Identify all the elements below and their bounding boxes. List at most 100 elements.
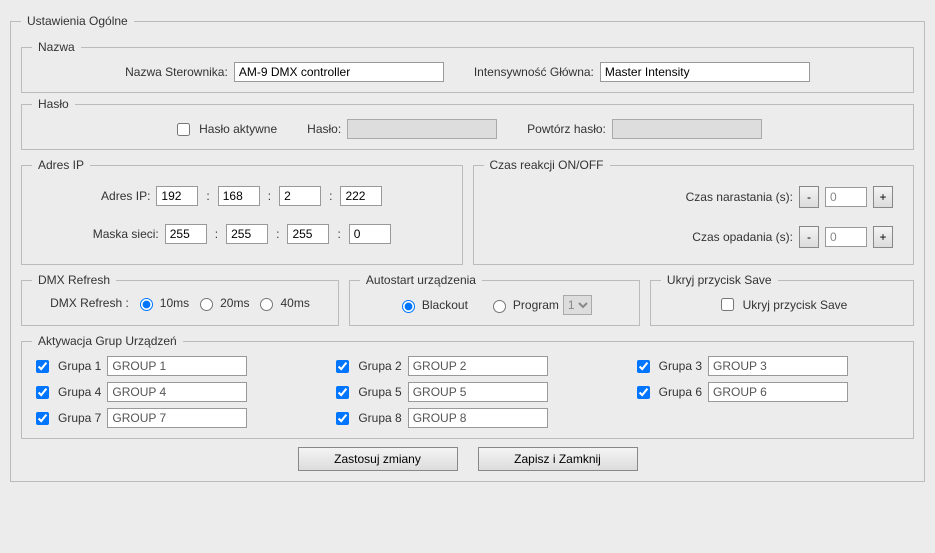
hide-save-checkbox[interactable] (721, 298, 734, 311)
ip-sep: : (204, 189, 211, 203)
master-intensity-label: Intensywność Główna: (474, 65, 594, 79)
group-7-label: Grupa 7 (58, 411, 101, 425)
ip-octet-2[interactable] (218, 186, 260, 206)
save-close-button[interactable]: Zapisz i Zamknij (478, 447, 638, 471)
name-legend: Nazwa (32, 40, 81, 54)
autostart-program-radio[interactable] (493, 300, 506, 313)
autostart-blackout-label: Blackout (422, 298, 468, 312)
group-cell-2: Grupa 2 (332, 356, 602, 376)
mask-octet-2[interactable] (226, 224, 268, 244)
group-5-checkbox[interactable] (336, 386, 349, 399)
group-5-input[interactable] (408, 382, 548, 402)
hide-save-section: Ukryj przycisk Save Ukryj przycisk Save (650, 273, 914, 326)
autostart-program-select[interactable]: 1 (563, 295, 592, 315)
controller-name-label: Nazwa Sterownika: (125, 65, 228, 79)
group-6-label: Grupa 6 (659, 385, 702, 399)
password-section: Hasło Hasło aktywne Hasło: Powtórz hasło… (21, 97, 914, 150)
netmask-label: Maska sieci: (93, 227, 159, 241)
dmx-20ms-label: 20ms (220, 296, 249, 310)
autostart-section: Autostart urządzenia Blackout Program 1 (349, 273, 640, 326)
group-4-checkbox[interactable] (36, 386, 49, 399)
group-8-checkbox[interactable] (336, 412, 349, 425)
dmx-refresh-legend: DMX Refresh (32, 273, 116, 287)
group-8-label: Grupa 8 (358, 411, 401, 425)
group-3-input[interactable] (708, 356, 848, 376)
group-7-input[interactable] (107, 408, 247, 428)
group-cell-1: Grupa 1 (32, 356, 302, 376)
ip-sep: : (327, 189, 334, 203)
group-cell-8: Grupa 8 (332, 408, 602, 428)
dmx-10ms-radio[interactable] (140, 298, 153, 311)
group-7-checkbox[interactable] (36, 412, 49, 425)
ip-sep: : (266, 189, 273, 203)
controller-name-input[interactable] (234, 62, 444, 82)
group-5-label: Grupa 5 (358, 385, 401, 399)
rise-time-label: Czas narastania (s): (686, 190, 793, 204)
mask-sep: : (335, 227, 342, 241)
general-settings-legend: Ustawienia Ogólne (21, 14, 134, 28)
ip-section: Adres IP Adres IP: : : : Maska sieci: : (21, 158, 463, 265)
group-cell-4: Grupa 4 (32, 382, 302, 402)
autostart-program-label: Program (513, 298, 559, 312)
autostart-blackout-radio[interactable] (402, 300, 415, 313)
groups-section: Aktywacja Grup Urządzeń Grupa 1 Grupa 2 Gr… (21, 334, 914, 439)
group-cell-5: Grupa 5 (332, 382, 602, 402)
fall-time-input[interactable] (825, 227, 867, 247)
dmx-40ms-label: 40ms (280, 296, 309, 310)
group-3-label: Grupa 3 (659, 359, 702, 373)
dmx-refresh-label: DMX Refresh : (50, 296, 129, 310)
mask-octet-3[interactable] (287, 224, 329, 244)
password-legend: Hasło (32, 97, 75, 111)
general-settings-panel: Ustawienia Ogólne Nazwa Nazwa Sterownika… (10, 14, 925, 482)
rise-time-input[interactable] (825, 187, 867, 207)
hide-save-label: Ukryj przycisk Save (743, 298, 848, 312)
hide-save-legend: Ukryj przycisk Save (661, 273, 778, 287)
group-1-checkbox[interactable] (36, 360, 49, 373)
apply-button[interactable]: Zastosuj zmiany (298, 447, 458, 471)
password-input[interactable] (347, 119, 497, 139)
name-section: Nazwa Nazwa Sterownika: Intensywność Głó… (21, 40, 914, 93)
mask-octet-1[interactable] (165, 224, 207, 244)
group-cell-7: Grupa 7 (32, 408, 302, 428)
rise-minus-button[interactable]: - (799, 186, 819, 208)
password-label: Hasło: (307, 122, 341, 136)
group-1-input[interactable] (107, 356, 247, 376)
reaction-legend: Czas reakcji ON/OFF (484, 158, 610, 172)
dmx-refresh-section: DMX Refresh DMX Refresh : 10ms 20ms 40ms (21, 273, 339, 326)
group-2-label: Grupa 2 (358, 359, 401, 373)
group-cell-3: Grupa 3 (633, 356, 903, 376)
dmx-10ms-label: 10ms (160, 296, 189, 310)
reaction-section: Czas reakcji ON/OFF Czas narastania (s):… (473, 158, 915, 265)
groups-legend: Aktywacja Grup Urządzeń (32, 334, 183, 348)
group-3-checkbox[interactable] (637, 360, 650, 373)
group-8-input[interactable] (408, 408, 548, 428)
password-active-label: Hasło aktywne (199, 122, 277, 136)
group-4-label: Grupa 4 (58, 385, 101, 399)
fall-minus-button[interactable]: - (799, 226, 819, 248)
ip-address-label: Adres IP: (101, 189, 150, 203)
dmx-40ms-radio[interactable] (260, 298, 273, 311)
fall-plus-button[interactable]: + (873, 226, 893, 248)
repeat-password-label: Powtórz hasło: (527, 122, 606, 136)
mask-sep: : (213, 227, 220, 241)
group-6-checkbox[interactable] (637, 386, 650, 399)
dmx-20ms-radio[interactable] (200, 298, 213, 311)
group-1-label: Grupa 1 (58, 359, 101, 373)
group-2-input[interactable] (408, 356, 548, 376)
ip-octet-4[interactable] (340, 186, 382, 206)
mask-sep: : (274, 227, 281, 241)
group-4-input[interactable] (107, 382, 247, 402)
rise-plus-button[interactable]: + (873, 186, 893, 208)
ip-octet-1[interactable] (156, 186, 198, 206)
ip-legend: Adres IP (32, 158, 90, 172)
repeat-password-input[interactable] (612, 119, 762, 139)
autostart-legend: Autostart urządzenia (360, 273, 482, 287)
mask-octet-4[interactable] (349, 224, 391, 244)
master-intensity-input[interactable] (600, 62, 810, 82)
group-cell-6: Grupa 6 (633, 382, 903, 402)
ip-octet-3[interactable] (279, 186, 321, 206)
password-active-checkbox[interactable] (177, 123, 190, 136)
group-6-input[interactable] (708, 382, 848, 402)
group-2-checkbox[interactable] (336, 360, 349, 373)
fall-time-label: Czas opadania (s): (692, 230, 793, 244)
